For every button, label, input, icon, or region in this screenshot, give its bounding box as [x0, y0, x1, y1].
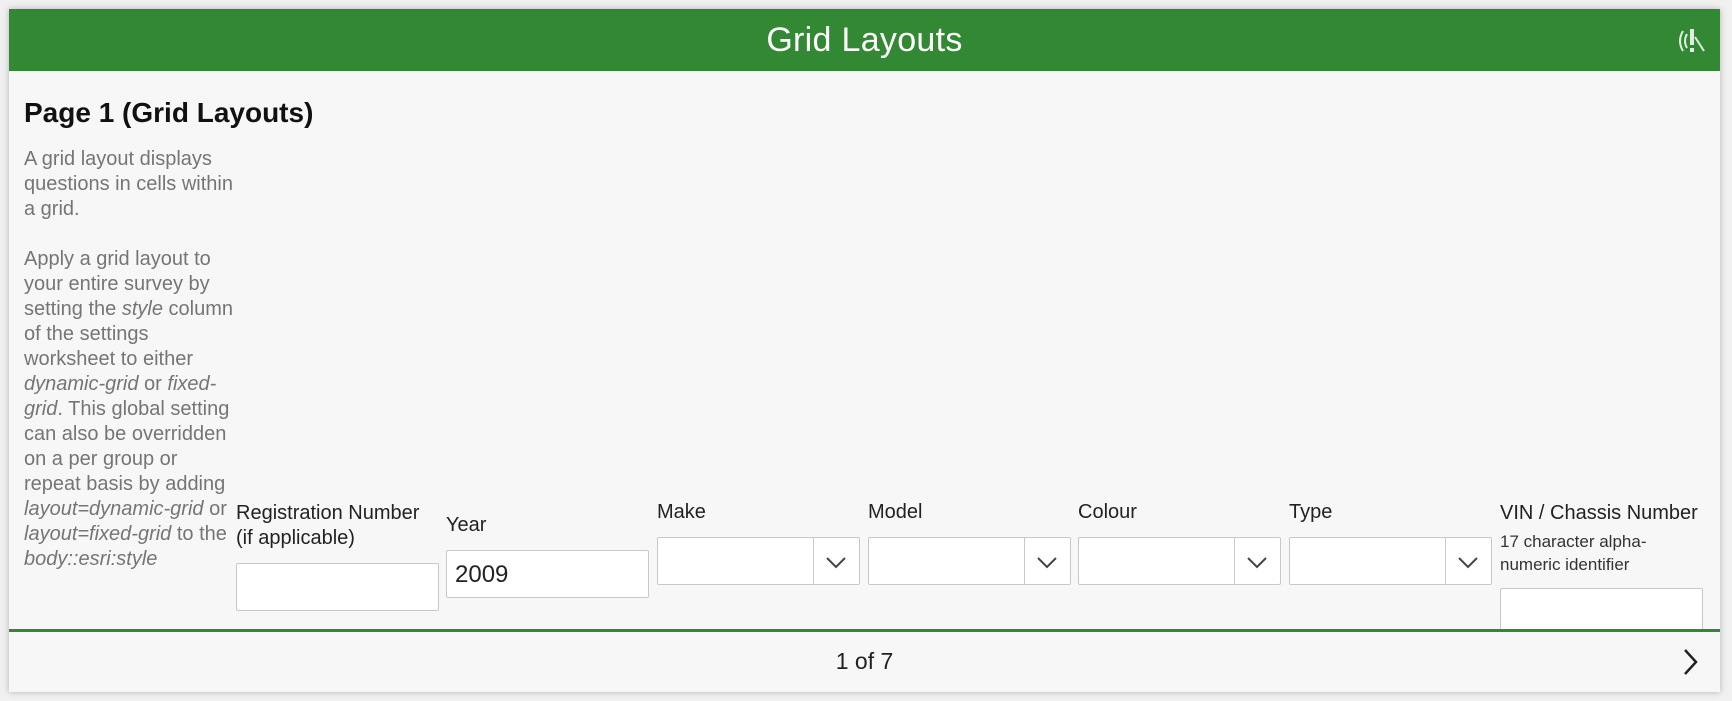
chevron-right-icon [1684, 649, 1698, 675]
desc-text: to the [171, 523, 227, 545]
year-label: Year [446, 514, 487, 536]
colour-label: Colour [1078, 501, 1137, 523]
make-label: Make [657, 501, 706, 523]
gps-warning-icon[interactable] [1674, 25, 1708, 57]
make-field: Make [657, 471, 862, 585]
year-input[interactable]: 2009 [446, 550, 649, 598]
description-paragraph-2: Apply a grid layout to your entire surve… [24, 247, 239, 572]
chevron-down-icon [1247, 557, 1267, 569]
next-page-button[interactable] [1670, 642, 1710, 682]
registration-input[interactable] [236, 563, 439, 611]
type-field: Type [1289, 471, 1494, 585]
page-description: A grid layout displays questions in cell… [24, 147, 239, 597]
survey-title: Grid Layouts [766, 20, 963, 59]
select-divider [1024, 538, 1025, 584]
description-paragraph-1: A grid layout displays questions in cell… [24, 148, 233, 220]
model-select[interactable] [868, 537, 1071, 585]
desc-emphasis: layout=dynamic-grid [24, 498, 204, 520]
model-field: Model [868, 471, 1073, 585]
desc-text: or [203, 498, 227, 520]
desc-emphasis: style [121, 298, 163, 320]
colour-field: Colour [1078, 471, 1283, 585]
select-divider [1234, 538, 1235, 584]
colour-select[interactable] [1078, 537, 1281, 585]
desc-emphasis: dynamic-grid [24, 373, 139, 395]
vin-label-group: VIN / Chassis Number 17 character alpha-… [1500, 501, 1705, 576]
type-select[interactable] [1289, 537, 1492, 585]
vin-field: VIN / Chassis Number 17 character alpha-… [1500, 471, 1705, 636]
form-content: Page 1 (Grid Layouts) A grid layout disp… [9, 71, 1720, 640]
type-label: Type [1289, 501, 1333, 523]
desc-text: or [138, 373, 168, 395]
chevron-down-icon [1037, 557, 1057, 569]
chevron-down-icon [826, 557, 846, 569]
vin-label: VIN / Chassis Number [1500, 502, 1698, 524]
header-bar: Grid Layouts [9, 9, 1720, 71]
vin-hint: 17 character alpha-numeric identifier [1500, 532, 1647, 574]
desc-emphasis: body::esri:style [24, 548, 158, 570]
page-title: Page 1 (Grid Layouts) [24, 97, 314, 128]
make-select[interactable] [657, 537, 860, 585]
registration-label: Registration Number (if applicable) [236, 502, 420, 549]
select-divider [1445, 538, 1446, 584]
select-divider [813, 538, 814, 584]
chevron-down-icon [1458, 557, 1478, 569]
registration-field: Registration Number (if applicable) [236, 471, 441, 611]
page-indicator: 1 of 7 [835, 648, 894, 674]
model-label: Model [868, 501, 923, 523]
survey-window: Grid Layouts Page 1 (Grid Layouts) A gri… [9, 9, 1720, 692]
year-field: Year 2009 [446, 471, 651, 598]
desc-emphasis: layout=fixed-grid [24, 523, 172, 545]
footer-bar: 1 of 7 [9, 629, 1720, 692]
